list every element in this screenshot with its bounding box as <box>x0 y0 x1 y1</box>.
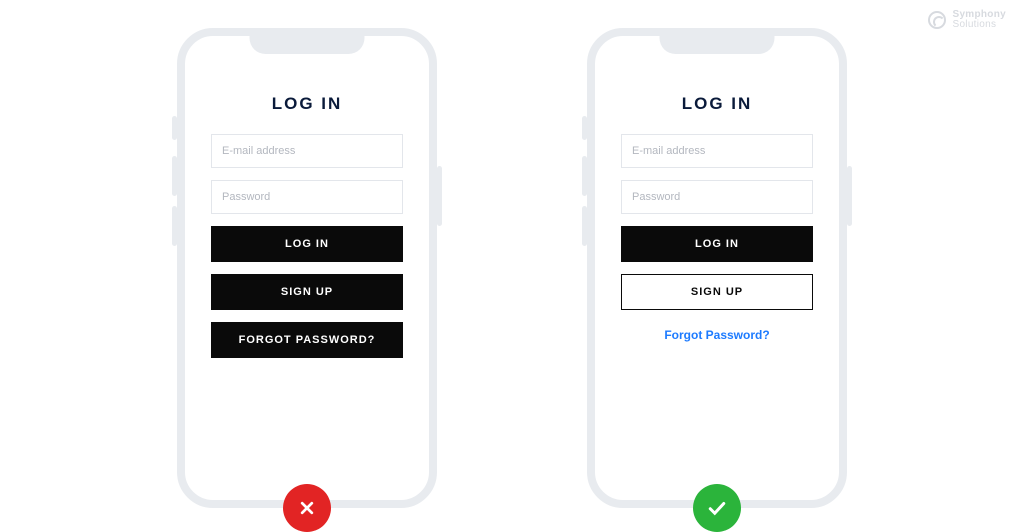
login-button[interactable]: LOG IN <box>621 226 813 262</box>
phone-mockup-bad: LOG IN E-mail address Password LOG IN SI… <box>177 28 437 508</box>
email-field[interactable]: E-mail address <box>621 134 813 168</box>
phone-side-button <box>582 156 587 196</box>
email-field[interactable]: E-mail address <box>211 134 403 168</box>
signup-button[interactable]: SIGN UP <box>211 274 403 310</box>
login-screen: LOG IN E-mail address Password LOG IN SI… <box>185 36 429 500</box>
brand-watermark: Symphony Solutions <box>928 10 1006 30</box>
forgot-password-button[interactable]: FORGOT PASSWORD? <box>211 322 403 358</box>
phone-side-button <box>172 156 177 196</box>
login-screen: LOG IN E-mail address Password LOG IN SI… <box>595 36 839 500</box>
cross-icon <box>283 484 331 532</box>
phone-side-button <box>582 206 587 246</box>
password-field[interactable]: Password <box>621 180 813 214</box>
phone-mockup-good: LOG IN E-mail address Password LOG IN SI… <box>587 28 847 508</box>
check-icon <box>693 484 741 532</box>
phone-frame: LOG IN E-mail address Password LOG IN SI… <box>587 28 847 508</box>
phone-side-button <box>172 206 177 246</box>
brand-logo-icon <box>928 11 946 29</box>
signup-button[interactable]: SIGN UP <box>621 274 813 310</box>
page-title: LOG IN <box>211 94 403 114</box>
phone-frame: LOG IN E-mail address Password LOG IN SI… <box>177 28 437 508</box>
phone-side-button <box>582 116 587 140</box>
brand-text: Symphony Solutions <box>952 10 1006 30</box>
phone-side-button <box>847 166 852 226</box>
login-button[interactable]: LOG IN <box>211 226 403 262</box>
forgot-password-link[interactable]: Forgot Password? <box>621 328 813 342</box>
password-field[interactable]: Password <box>211 180 403 214</box>
page-title: LOG IN <box>621 94 813 114</box>
phone-side-button <box>437 166 442 226</box>
phone-side-button <box>172 116 177 140</box>
comparison-diagram: LOG IN E-mail address Password LOG IN SI… <box>0 0 1024 515</box>
